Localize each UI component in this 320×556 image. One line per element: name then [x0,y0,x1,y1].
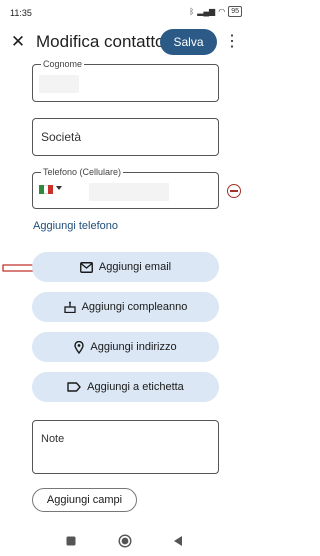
add-address-label: Aggiungi indirizzo [90,341,177,353]
add-label-button[interactable]: Aggiungi a etichetta [32,372,219,402]
home-icon[interactable] [118,534,132,548]
status-icons: ᛒ ▂▄▆ ◠ 95 [189,6,242,17]
bluetooth-icon: ᛒ [189,7,195,16]
back-icon[interactable] [173,535,183,547]
remove-phone-icon[interactable] [227,184,241,198]
add-phone-link[interactable]: Aggiungi telefono [33,220,118,232]
label-tag-icon [67,382,81,392]
add-fields-button[interactable]: Aggiungi campi [32,488,137,512]
page-title: Modifica contatto [36,32,165,51]
add-email-button[interactable]: Aggiungi email [32,252,219,282]
notes-placeholder: Note [41,433,65,445]
notes-field[interactable]: Note [32,420,219,474]
company-placeholder: Società [41,130,82,144]
recent-apps-icon[interactable] [66,536,76,546]
status-time: 11:35 [10,8,32,18]
location-pin-icon [74,340,85,354]
battery-icon: 95 [228,6,242,17]
surname-field[interactable]: Cognome [32,59,219,102]
redacted-value [39,75,79,93]
add-birthday-label: Aggiungi compleanno [81,301,188,313]
surname-label: Cognome [41,59,85,70]
add-birthday-button[interactable]: Aggiungi compleanno [32,292,219,322]
add-email-label: Aggiungi email [98,261,172,273]
country-dropdown-icon[interactable] [56,186,62,190]
phone-field[interactable]: Telefono (Cellulare) [32,167,219,209]
close-icon[interactable]: ✕ [8,31,28,53]
add-label-label: Aggiungi a etichetta [87,381,184,393]
phone-label: Telefono (Cellulare) [41,167,124,178]
save-button[interactable]: Salva [160,29,217,55]
company-field[interactable]: Società [32,118,219,156]
signal-icon: ▂▄▆ [197,7,216,16]
redacted-value [89,183,169,201]
italy-flag-icon[interactable] [39,185,54,194]
wifi-icon: ◠ [218,7,226,16]
more-options-icon[interactable]: ⋮ [224,31,240,53]
add-address-button[interactable]: Aggiungi indirizzo [32,332,219,362]
mail-icon [79,261,93,273]
cake-icon [63,301,76,313]
